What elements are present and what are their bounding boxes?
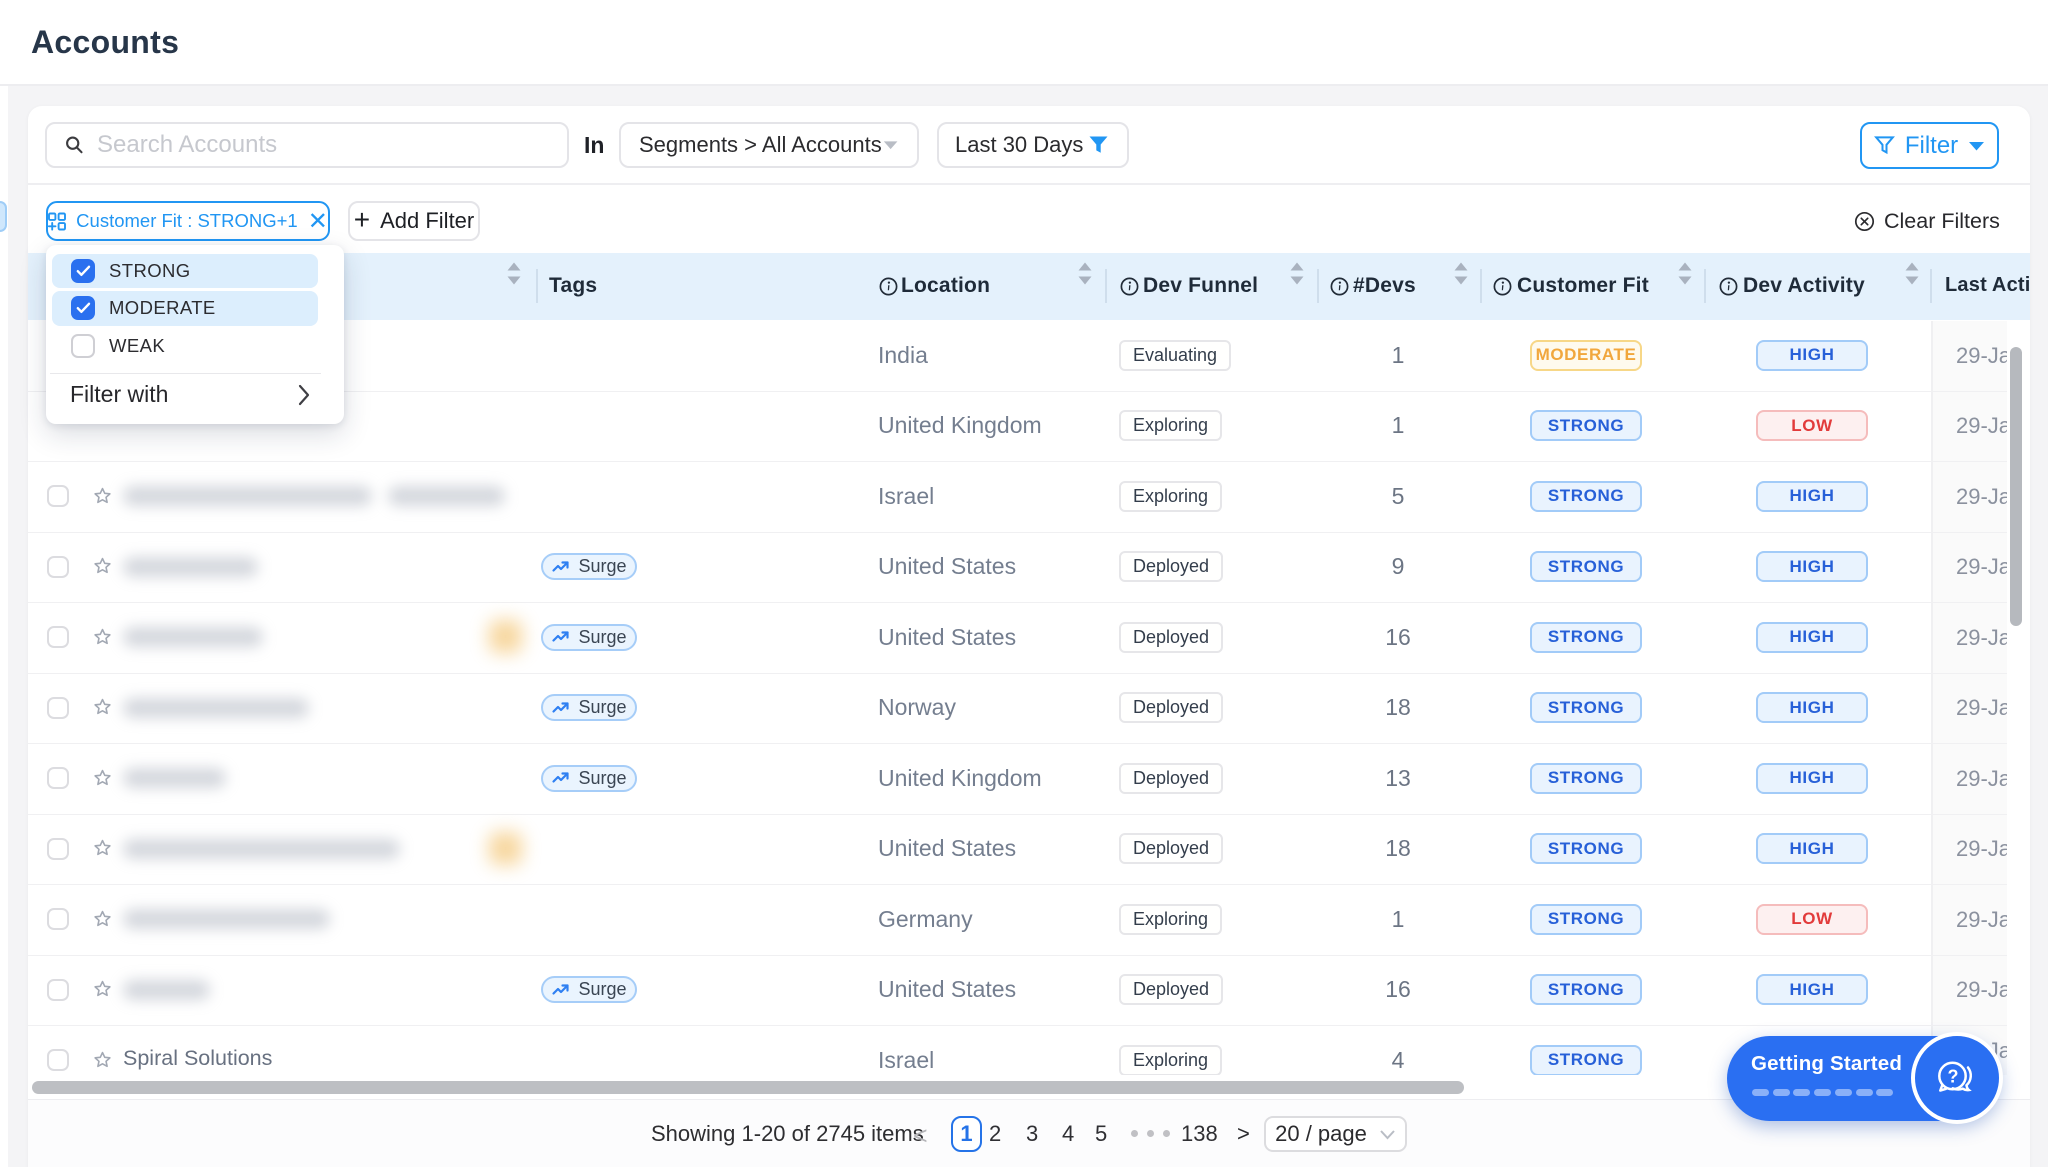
svg-text:?: ? — [1948, 1067, 1959, 1087]
